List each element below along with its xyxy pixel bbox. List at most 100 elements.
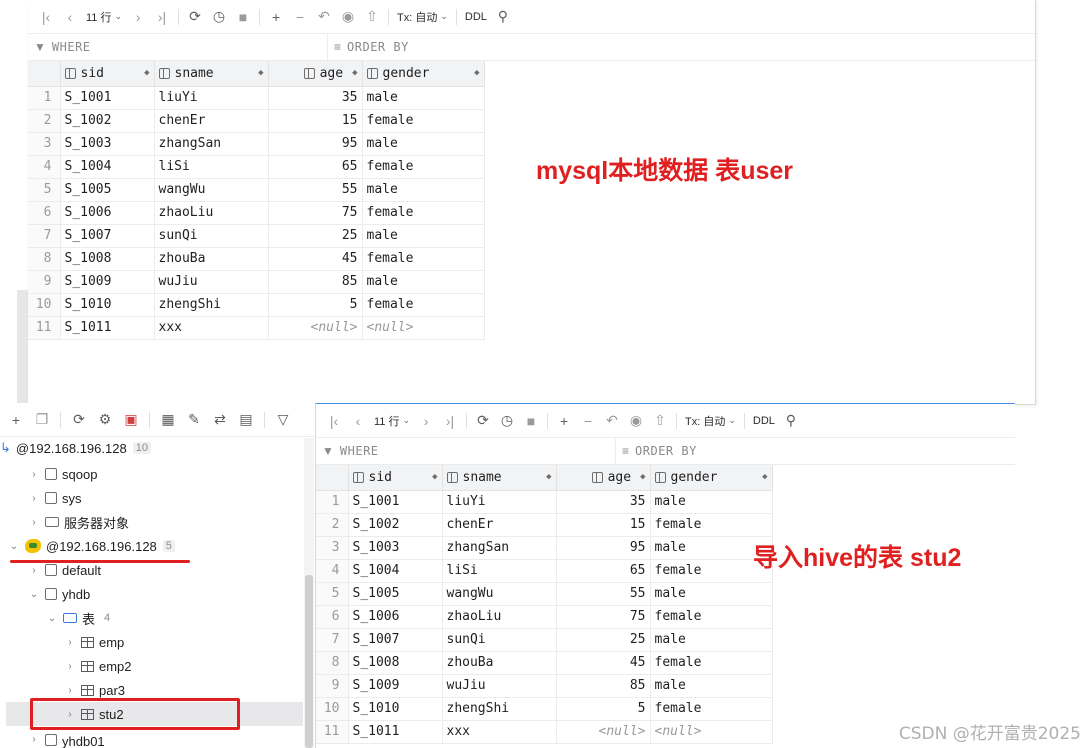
table-row[interactable]: 7 S_1007 sunQi 25 male	[316, 628, 773, 652]
cell-age[interactable]: 75	[556, 605, 651, 629]
tx-mode-dropdown[interactable]: Tx: 自动 ⌄	[681, 413, 740, 429]
cell-gender[interactable]: female	[362, 247, 485, 271]
cell-gender[interactable]: male	[362, 224, 485, 248]
search-icon[interactable]: ⚲	[779, 409, 803, 433]
tree-item-sys[interactable]: › sys	[28, 486, 81, 510]
table-row[interactable]: 2 S_1002 chenEr 15 female	[316, 513, 773, 537]
table-row[interactable]: 8 S_1008 zhouBa 45 female	[28, 247, 485, 271]
sort-icon[interactable]: ◆	[474, 68, 479, 78]
add-icon[interactable]: +	[4, 408, 28, 432]
cell-sid[interactable]: S_1002	[348, 513, 443, 537]
cell-sname[interactable]: liuYi	[154, 86, 269, 110]
tree-item-server-objects[interactable]: › 服务器对象	[28, 510, 129, 534]
cell-gender[interactable]: female	[650, 513, 773, 537]
cell-sname[interactable]: sunQi	[154, 224, 269, 248]
cell-sname[interactable]: zhaoLiu	[154, 201, 269, 225]
tree-item-yhdb01[interactable]: › yhdb01	[28, 734, 105, 748]
cell-gender[interactable]: female	[362, 201, 485, 225]
disconnect-icon[interactable]: ▣	[119, 408, 143, 432]
cell-sname[interactable]: chenEr	[442, 513, 557, 537]
column-header-age[interactable]: age ◆	[556, 465, 651, 491]
cell-gender[interactable]: female	[362, 109, 485, 133]
last-page-icon[interactable]: ›|	[438, 409, 462, 433]
copy-icon[interactable]: ❐	[30, 408, 54, 432]
table-row[interactable]: 11 S_1011 xxx <null> <null>	[28, 316, 485, 340]
tree-item-default[interactable]: › default	[28, 558, 101, 582]
jump-icon[interactable]: ⇄	[208, 408, 232, 432]
cell-age[interactable]: 5	[556, 697, 651, 721]
cell-age[interactable]: 75	[268, 201, 363, 225]
cell-gender[interactable]: male	[650, 674, 773, 698]
cell-sname[interactable]: zhengShi	[442, 697, 557, 721]
cell-sname[interactable]: wuJiu	[154, 270, 269, 294]
cell-gender[interactable]: male	[650, 582, 773, 606]
chevron-down-icon[interactable]: ⌄	[46, 613, 58, 624]
chevron-right-icon[interactable]: ›	[64, 661, 76, 672]
column-header-gender[interactable]: gender ◆	[362, 61, 485, 87]
cell-sid[interactable]: S_1010	[348, 697, 443, 721]
delete-row-icon[interactable]: −	[576, 409, 600, 433]
chevron-right-icon[interactable]: ›	[64, 637, 76, 648]
revert-icon[interactable]: ↶	[600, 409, 624, 433]
cell-age[interactable]: 95	[556, 536, 651, 560]
cell-age[interactable]: 55	[268, 178, 363, 202]
order-by-input[interactable]: ≡ ORDER BY	[616, 438, 697, 464]
stop-icon[interactable]: ■	[231, 5, 255, 29]
chevron-right-icon[interactable]: ›	[28, 517, 40, 528]
submit-icon[interactable]: ⇧	[360, 5, 384, 29]
cell-age[interactable]: 35	[556, 490, 651, 514]
cell-gender[interactable]: <null>	[650, 720, 773, 744]
column-header-age[interactable]: age ◆	[268, 61, 363, 87]
sort-icon[interactable]: ◆	[144, 68, 149, 78]
chevron-right-icon[interactable]: ›	[28, 469, 40, 480]
cell-sid[interactable]: S_1010	[60, 293, 155, 317]
sort-icon[interactable]: ◆	[432, 472, 437, 482]
cell-sid[interactable]: S_1006	[60, 201, 155, 225]
cell-sname[interactable]: zhaoLiu	[442, 605, 557, 629]
last-page-icon[interactable]: ›|	[150, 5, 174, 29]
cell-gender[interactable]: male	[362, 270, 485, 294]
table-row[interactable]: 5 S_1005 wangWu 55 male	[28, 178, 485, 202]
cell-sname[interactable]: sunQi	[442, 628, 557, 652]
revert-icon[interactable]: ↶	[312, 5, 336, 29]
cell-sname[interactable]: wangWu	[442, 582, 557, 606]
cell-age[interactable]: 45	[556, 651, 651, 675]
table-row[interactable]: 5 S_1005 wangWu 55 male	[316, 582, 773, 606]
cell-sname[interactable]: liuYi	[442, 490, 557, 514]
prev-page-icon[interactable]: ‹	[346, 409, 370, 433]
cell-age[interactable]: 85	[556, 674, 651, 698]
cell-age[interactable]: 65	[556, 559, 651, 583]
cell-sid[interactable]: S_1009	[348, 674, 443, 698]
column-header-sname[interactable]: sname ◆	[154, 61, 269, 87]
cell-gender[interactable]: male	[650, 490, 773, 514]
next-page-icon[interactable]: ›	[414, 409, 438, 433]
chevron-right-icon[interactable]: ›	[64, 685, 76, 696]
cell-age[interactable]: 15	[556, 513, 651, 537]
add-row-icon[interactable]: +	[264, 5, 288, 29]
tree-item-tables-folder[interactable]: ⌄ 表 4	[46, 606, 113, 630]
column-header-sid[interactable]: sid ◆	[348, 465, 443, 491]
cell-sname[interactable]: liSi	[442, 559, 557, 583]
prev-page-icon[interactable]: ‹	[58, 5, 82, 29]
tree-item-table-emp2[interactable]: › emp2	[64, 654, 131, 678]
cell-age[interactable]: 95	[268, 132, 363, 156]
where-filter-input[interactable]: ▼ WHERE	[28, 34, 328, 60]
first-page-icon[interactable]: |‹	[34, 5, 58, 29]
search-icon[interactable]: ⚲	[491, 5, 515, 29]
cell-sid[interactable]: S_1003	[348, 536, 443, 560]
cell-sid[interactable]: S_1001	[348, 490, 443, 514]
next-page-icon[interactable]: ›	[126, 5, 150, 29]
cell-sname[interactable]: chenEr	[154, 109, 269, 133]
ddl-button[interactable]: DDL	[461, 11, 491, 23]
chevron-right-icon[interactable]: ›	[28, 734, 40, 745]
cell-sid[interactable]: S_1009	[60, 270, 155, 294]
table-row[interactable]: 7 S_1007 sunQi 25 male	[28, 224, 485, 248]
table-row[interactable]: 4 S_1004 liSi 65 female	[316, 559, 773, 583]
table-row[interactable]: 9 S_1009 wuJiu 85 male	[28, 270, 485, 294]
column-header-sname[interactable]: sname ◆	[442, 465, 557, 491]
cell-age[interactable]: <null>	[268, 316, 363, 340]
tx-mode-dropdown[interactable]: Tx: 自动 ⌄	[393, 9, 452, 25]
cell-sid[interactable]: S_1007	[348, 628, 443, 652]
cell-sid[interactable]: S_1003	[60, 132, 155, 156]
table-row[interactable]: 2 S_1002 chenEr 15 female	[28, 109, 485, 133]
